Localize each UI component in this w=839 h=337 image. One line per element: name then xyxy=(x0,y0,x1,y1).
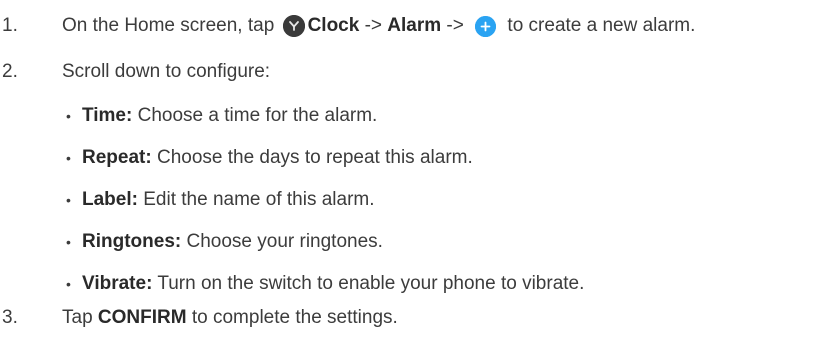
option-description: Choose your ringtones. xyxy=(181,231,383,252)
option-description: Turn on the switch to enable your phone … xyxy=(152,273,585,294)
action-confirm: CONFIRM xyxy=(97,307,187,328)
option-term: Vibrate: xyxy=(82,273,153,294)
option-description: Choose a time for the alarm. xyxy=(132,105,378,126)
arrow-separator: -> xyxy=(441,15,470,36)
bullet-dot: • xyxy=(66,150,71,166)
add-plus-icon xyxy=(475,15,497,37)
menu-name-alarm: Alarm xyxy=(387,15,442,36)
step-text: to create a new alarm. xyxy=(502,15,696,36)
step-text: Tap xyxy=(62,307,98,328)
bullet-dot: • xyxy=(66,192,71,208)
clock-app-icon xyxy=(282,15,305,37)
option-description: Edit the name of this alarm. xyxy=(137,189,375,210)
bullet-dot: • xyxy=(66,276,71,292)
option-time: • Time: Choose a time for the alarm. xyxy=(66,101,377,131)
option-term: Time: xyxy=(82,105,133,126)
step-3: 3. Tap CONFIRM to complete the settings. xyxy=(0,303,398,333)
bullet-dot: • xyxy=(66,234,71,250)
option-description: Choose the days to repeat this alarm. xyxy=(151,147,473,168)
option-term: Ringtones: xyxy=(82,231,182,252)
step-number: 2. xyxy=(2,61,18,82)
step-text: On the Home screen, tap xyxy=(62,15,280,36)
option-label: • Label: Edit the name of this alarm. xyxy=(66,185,375,215)
app-name-clock: Clock xyxy=(307,15,360,36)
step-1: 1. On the Home screen, tap Clock -> Alar… xyxy=(0,11,695,41)
step-2: 2. Scroll down to configure: xyxy=(0,57,270,87)
step-text: Scroll down to configure: xyxy=(62,61,271,82)
option-repeat: • Repeat: Choose the days to repeat this… xyxy=(66,143,473,173)
step-text: to complete the settings. xyxy=(186,307,398,328)
option-ringtones: • Ringtones: Choose your ringtones. xyxy=(66,227,383,257)
arrow-separator: -> xyxy=(359,15,388,36)
step-number: 3. xyxy=(2,307,18,328)
option-term: Label: xyxy=(82,189,138,210)
option-vibrate: • Vibrate: Turn on the switch to enable … xyxy=(66,269,584,299)
option-term: Repeat: xyxy=(82,147,152,168)
instruction-document: 1. On the Home screen, tap Clock -> Alar… xyxy=(0,0,839,337)
step-number: 1. xyxy=(2,15,18,36)
bullet-dot: • xyxy=(66,108,71,124)
